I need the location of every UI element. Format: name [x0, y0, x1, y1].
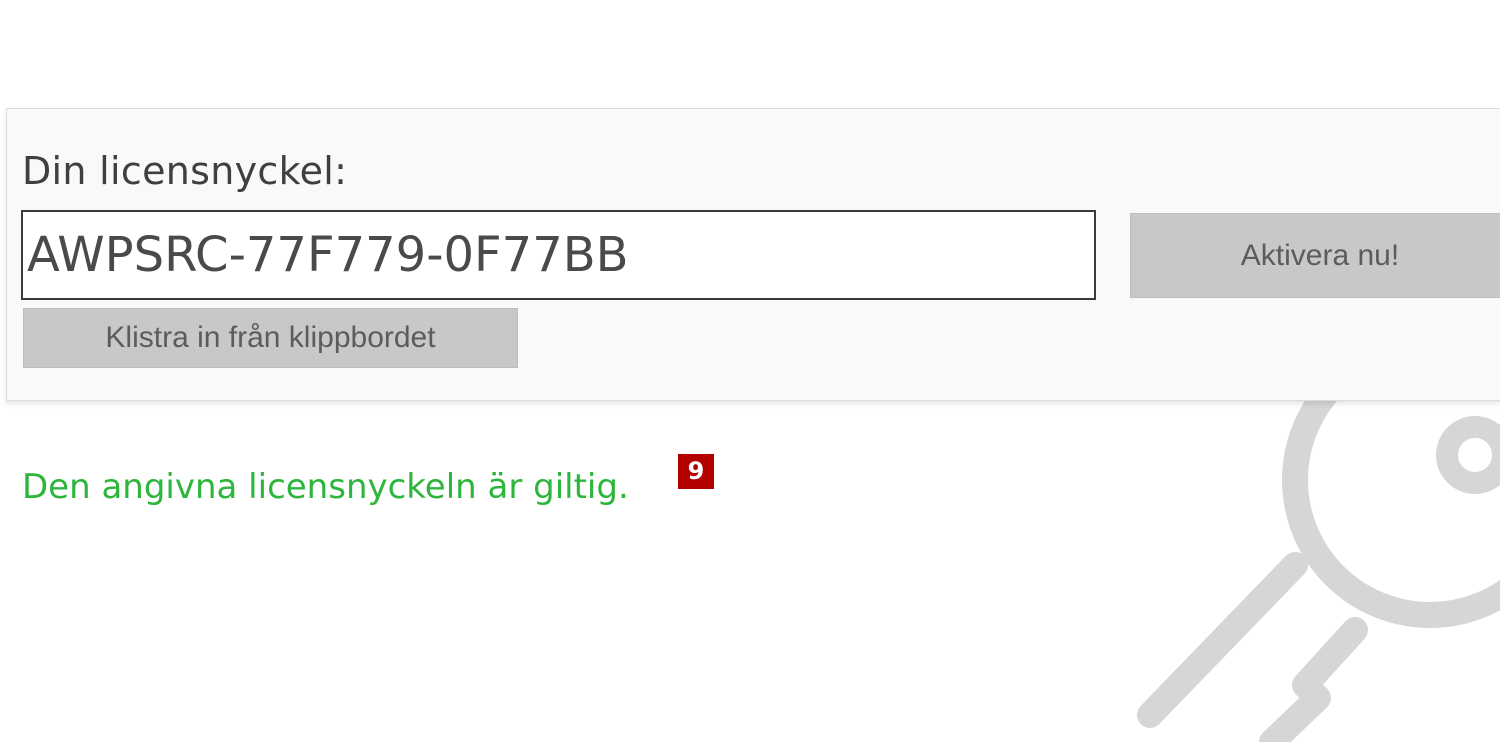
- license-valid-message: Den angivna licensnyckeln är giltig.: [22, 467, 629, 507]
- paste-from-clipboard-button[interactable]: Klistra in från klippbordet: [23, 308, 518, 368]
- key-icon: [1137, 380, 1500, 742]
- activate-button[interactable]: Aktivera nu!: [1130, 213, 1500, 298]
- license-key-label: Din licensnyckel:: [22, 149, 348, 193]
- step-number-badge: 9: [678, 454, 714, 489]
- license-panel: Din licensnyckel: Aktivera nu! Klistra i…: [6, 108, 1500, 401]
- license-key-input[interactable]: [21, 210, 1096, 300]
